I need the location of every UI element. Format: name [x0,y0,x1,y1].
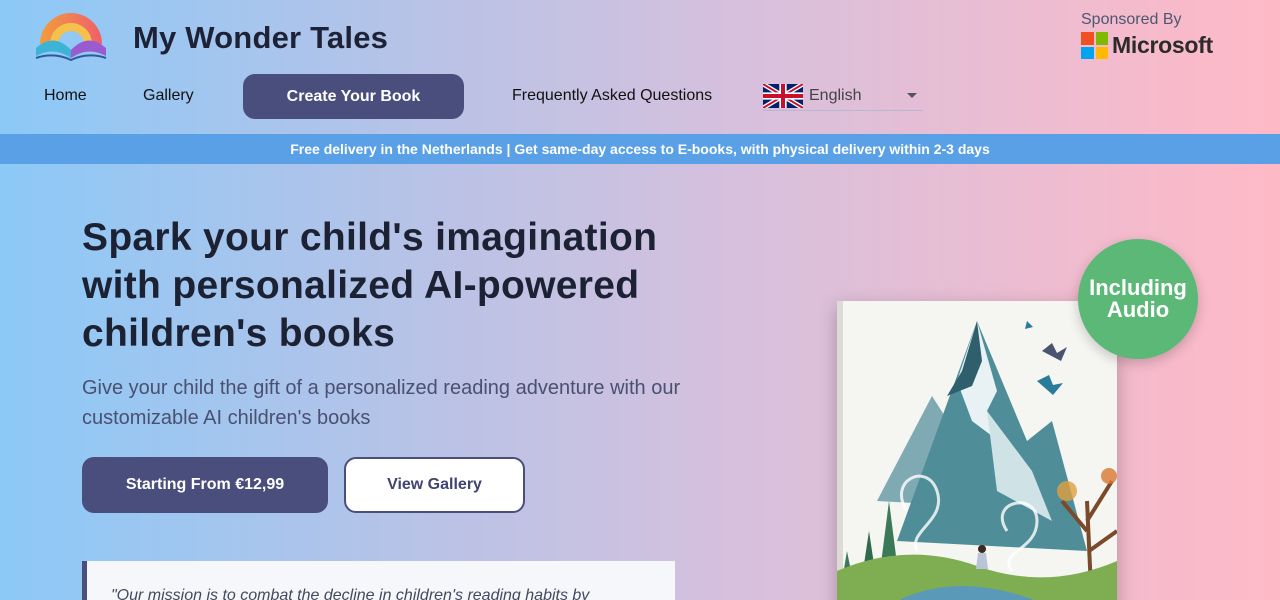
book-illustration [837,301,1117,600]
language-select[interactable]: English [763,82,923,111]
language-label: English [809,87,862,104]
hero-title: Spark your child's imagination with pers… [82,216,658,355]
sponsor-block: Sponsored By Microsoft [1081,11,1213,59]
book-cover-image [837,301,1117,600]
delivery-banner: Free delivery in the Netherlands | Get s… [0,134,1280,164]
nav-gallery[interactable]: Gallery [143,87,194,105]
site-header: My Wonder Tales Sponsored By Microsoft H… [0,0,1280,134]
chevron-down-icon [907,93,917,98]
badge-line-1: Including [1089,275,1187,300]
nav-faq[interactable]: Frequently Asked Questions [512,87,712,105]
microsoft-icon [1081,32,1108,59]
nav-home[interactable]: Home [44,87,87,105]
starting-price-button[interactable]: Starting From €12,99 [82,457,328,513]
brand-name[interactable]: My Wonder Tales [133,20,388,56]
microsoft-logo[interactable]: Microsoft [1081,32,1213,59]
logo-icon[interactable] [34,12,108,62]
mission-quote: "Our mission is to combat the decline in… [82,561,675,600]
badge-line-2: Audio [1106,297,1170,322]
microsoft-wordmark: Microsoft [1112,32,1213,58]
sponsor-label: Sponsored By [1081,11,1182,28]
create-your-book-button[interactable]: Create Your Book [243,74,464,119]
hero-subtitle: Give your child the gift of a personaliz… [82,377,681,429]
view-gallery-button[interactable]: View Gallery [344,457,525,513]
including-audio-badge: Including Audio [1078,239,1198,359]
uk-flag-icon [763,84,803,108]
